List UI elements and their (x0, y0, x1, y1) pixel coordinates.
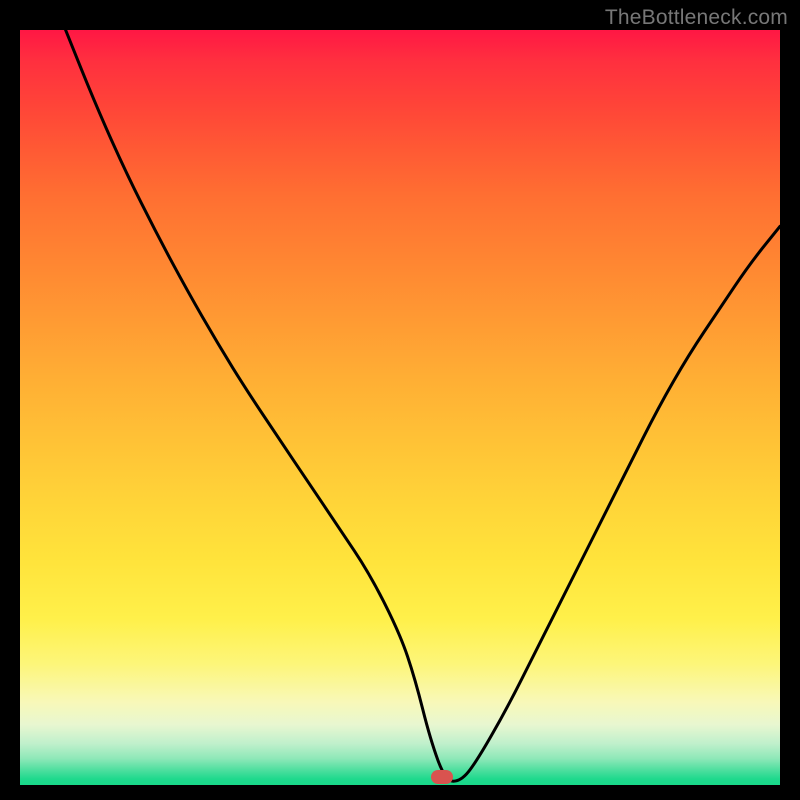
optimal-marker (431, 770, 453, 784)
curve-svg (20, 30, 780, 785)
watermark-text: TheBottleneck.com (605, 6, 788, 30)
bottleneck-curve-path (66, 30, 780, 781)
plot-area (20, 30, 780, 785)
chart-frame: TheBottleneck.com (0, 0, 800, 800)
